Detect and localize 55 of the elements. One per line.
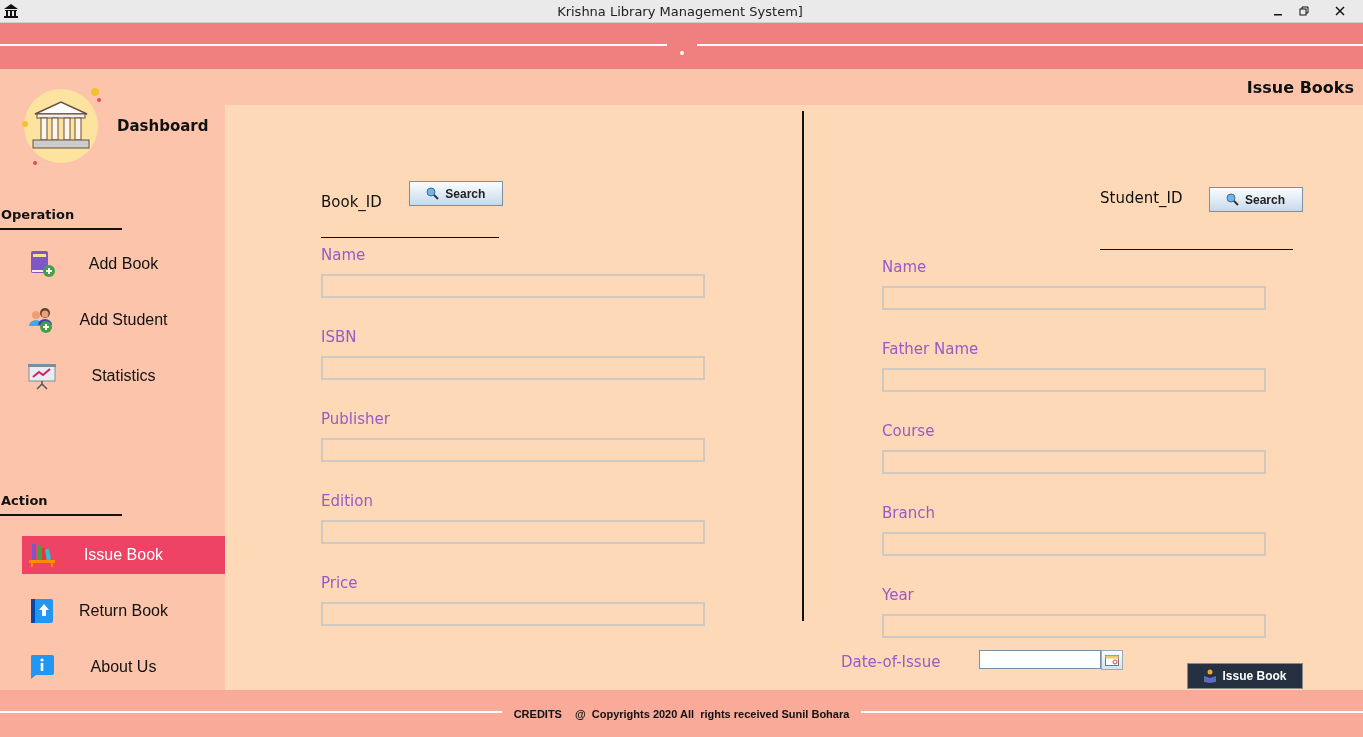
field-label: Price — [321, 574, 359, 594]
input-field[interactable] — [321, 356, 705, 380]
window-title: Krishna Library Management System] — [556, 3, 804, 19]
sidebar-item[interactable]: Issue Book — [22, 536, 225, 574]
search-icon — [1226, 193, 1239, 206]
field-label: Branch — [882, 504, 936, 524]
dashboard-title: Dashboard — [117, 117, 209, 135]
page-title: Issue Books — [1246, 77, 1354, 97]
field-label: Name — [321, 246, 367, 266]
input-field[interactable] — [321, 274, 705, 298]
building-icon — [3, 3, 19, 19]
minimize-icon — [1274, 14, 1282, 16]
section-heading: Action — [0, 493, 48, 508]
upload-book-icon — [30, 598, 54, 624]
input-field[interactable] — [882, 286, 1266, 310]
input-field[interactable] — [321, 602, 705, 626]
section-heading: Operation — [0, 207, 75, 222]
field-label: Father Name — [882, 340, 980, 360]
issue-book-button[interactable]: Issue Book — [1187, 663, 1303, 689]
field-label: ISBN — [321, 328, 358, 348]
credits-label: CREDITS — [513, 707, 562, 720]
info-icon — [29, 654, 55, 680]
field-label: Year — [882, 586, 915, 606]
search-icon — [426, 187, 440, 200]
library-logo-icon — [21, 86, 101, 166]
date-field[interactable] — [979, 650, 1101, 669]
field-label: Date-of-Issue — [841, 653, 942, 673]
calendar-icon — [1105, 654, 1119, 666]
sidebar-item[interactable]: About Us — [22, 648, 225, 686]
sidebar-item[interactable]: Add Student — [22, 301, 225, 339]
input-field[interactable] — [321, 520, 705, 544]
input-field[interactable] — [882, 532, 1266, 556]
input-field[interactable] — [321, 438, 705, 462]
sidebar-item[interactable]: Add Book — [22, 245, 225, 283]
input-field[interactable] — [882, 614, 1266, 638]
reading-person-icon — [1203, 669, 1218, 683]
input-field[interactable] — [882, 368, 1266, 392]
field-label: Edition — [321, 492, 374, 512]
calendar-button[interactable] — [1101, 650, 1123, 670]
presentation-chart-icon — [27, 362, 57, 390]
field-label: Name — [882, 258, 928, 278]
field-label: Publisher — [321, 410, 391, 430]
close-icon — [1335, 6, 1345, 16]
id-label: Book_ID — [321, 193, 382, 211]
id-label: Student_ID — [1100, 189, 1183, 207]
sidebar-item[interactable]: Statistics — [22, 357, 225, 395]
copyright-text: @ Copyrights 2020 All rights received Sunil Bohara — [574, 707, 850, 720]
field-label: Course — [882, 422, 936, 442]
input-field[interactable] — [882, 450, 1266, 474]
book-plus-icon — [28, 250, 56, 278]
restore-icon — [1299, 6, 1309, 16]
search-button[interactable]: Search — [408, 181, 503, 206]
search-button[interactable]: Search — [1208, 187, 1303, 212]
bookshelf-icon — [29, 543, 55, 567]
sidebar-item[interactable]: Return Book — [22, 592, 225, 630]
